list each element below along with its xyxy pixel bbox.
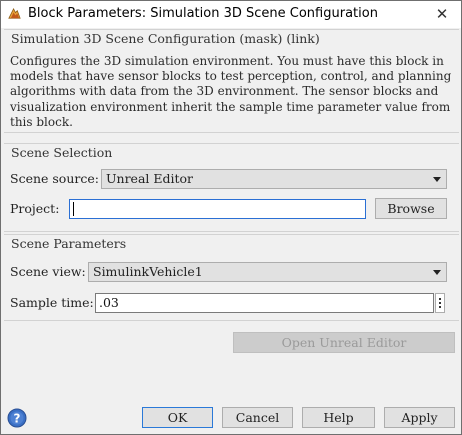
sample-time-value: .03: [99, 295, 119, 310]
scene-source-value: Unreal Editor: [106, 171, 194, 186]
browse-button[interactable]: Browse: [375, 198, 447, 219]
scene-view-label: Scene view:: [10, 264, 86, 279]
simulink-block-icon: [8, 7, 21, 19]
title-bar: Block Parameters: Simulation 3D Scene Co…: [1, 1, 461, 28]
window-title: Block Parameters: Simulation 3D Scene Co…: [28, 6, 378, 21]
ok-button[interactable]: OK: [142, 407, 213, 428]
close-icon: ✕: [435, 5, 449, 23]
block-parameters-dialog: Block Parameters: Simulation 3D Scene Co…: [0, 0, 462, 435]
chevron-down-icon: [433, 177, 441, 182]
scene-view-dropdown[interactable]: SimulinkVehicle1: [88, 262, 447, 282]
open-unreal-editor-button[interactable]: Open Unreal Editor: [233, 332, 455, 353]
scene-source-label: Scene source:: [10, 171, 99, 186]
scene-parameters-panel: Scene Parameters Scene view: SimulinkVeh…: [4, 234, 459, 321]
scene-selection-panel: Scene Selection Scene source: Unreal Edi…: [4, 143, 459, 232]
question-mark-icon[interactable]: ?: [7, 408, 27, 428]
scene-source-dropdown[interactable]: Unreal Editor: [101, 169, 447, 189]
scene-parameters-heading: Scene Parameters: [11, 236, 127, 251]
project-label: Project:: [10, 201, 60, 216]
svg-text:?: ?: [14, 412, 21, 426]
scene-view-value: SimulinkVehicle1: [93, 264, 203, 279]
description-text: Configures the 3D simulation environment…: [10, 54, 452, 129]
description-panel: Simulation 3D Scene Configuration (mask)…: [4, 29, 459, 133]
cancel-button[interactable]: Cancel: [222, 407, 293, 428]
help-button[interactable]: Help: [302, 407, 375, 428]
sample-time-input[interactable]: .03: [95, 293, 434, 313]
apply-button[interactable]: Apply: [384, 407, 455, 428]
sample-time-label: Sample time:: [10, 295, 94, 310]
chevron-down-icon: [433, 270, 441, 275]
scene-selection-heading: Scene Selection: [11, 145, 113, 160]
project-input[interactable]: [69, 199, 366, 219]
vertical-ellipsis-icon[interactable]: [435, 293, 445, 313]
description-heading: Simulation 3D Scene Configuration (mask)…: [11, 31, 320, 46]
close-button[interactable]: ✕: [427, 2, 457, 26]
text-caret: [73, 202, 74, 216]
